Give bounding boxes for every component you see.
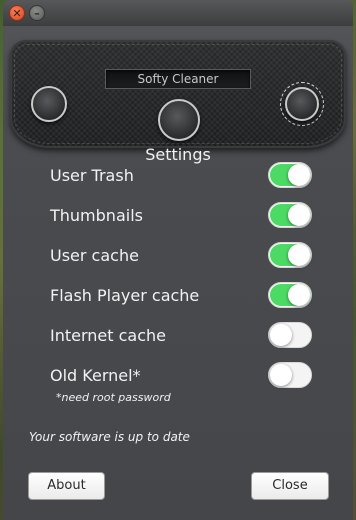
internet-cache-toggle[interactable] xyxy=(268,322,312,348)
thumbnails-toggle[interactable] xyxy=(268,202,312,228)
option-row-internet-cache: Internet cache xyxy=(50,320,312,350)
option-label: Old Kernel* xyxy=(50,365,141,385)
option-label: Flash Player cache xyxy=(50,285,200,305)
toggle-thumb xyxy=(270,324,292,346)
option-label: User Trash xyxy=(50,165,134,185)
toggle-thumb xyxy=(270,364,292,386)
toggle-thumb xyxy=(288,284,310,306)
minimize-icon: – xyxy=(34,6,40,20)
old-kernel-toggle[interactable] xyxy=(268,362,312,388)
content-area: Softy Cleaner Settings User Trash Thumbn… xyxy=(3,26,353,520)
about-button[interactable]: About xyxy=(28,472,105,500)
knob-right-button[interactable] xyxy=(285,87,319,121)
title-bar: ✕ – xyxy=(3,0,353,26)
option-row-thumbnails: Thumbnails xyxy=(50,200,312,230)
app-window: ✕ – Softy Cleaner Settings User Trash Th… xyxy=(3,0,353,520)
option-row-old-kernel: Old Kernel* xyxy=(50,360,312,390)
status-message: Your software is up to date xyxy=(29,430,190,444)
option-label: Internet cache xyxy=(50,325,166,345)
user-cache-toggle[interactable] xyxy=(268,242,312,268)
option-row-user-trash: User Trash xyxy=(50,160,312,190)
root-password-note: *need root password xyxy=(56,391,171,404)
knob-center-button[interactable] xyxy=(158,99,200,141)
app-title: Softy Cleaner xyxy=(105,69,251,89)
option-label: User cache xyxy=(50,245,139,265)
option-label: Thumbnails xyxy=(50,205,143,225)
user-trash-toggle[interactable] xyxy=(268,162,312,188)
toggle-thumb xyxy=(288,204,310,226)
window-close-button[interactable]: ✕ xyxy=(9,5,25,21)
option-row-flash-player-cache: Flash Player cache xyxy=(50,280,312,310)
close-icon: ✕ xyxy=(12,6,22,20)
flash-player-cache-toggle[interactable] xyxy=(268,282,312,308)
option-row-user-cache: User cache xyxy=(50,240,312,270)
knob-left-button[interactable] xyxy=(31,86,67,122)
toggle-thumb xyxy=(288,164,310,186)
window-minimize-button[interactable]: – xyxy=(29,5,45,21)
close-button[interactable]: Close xyxy=(251,472,329,500)
toggle-thumb xyxy=(288,244,310,266)
